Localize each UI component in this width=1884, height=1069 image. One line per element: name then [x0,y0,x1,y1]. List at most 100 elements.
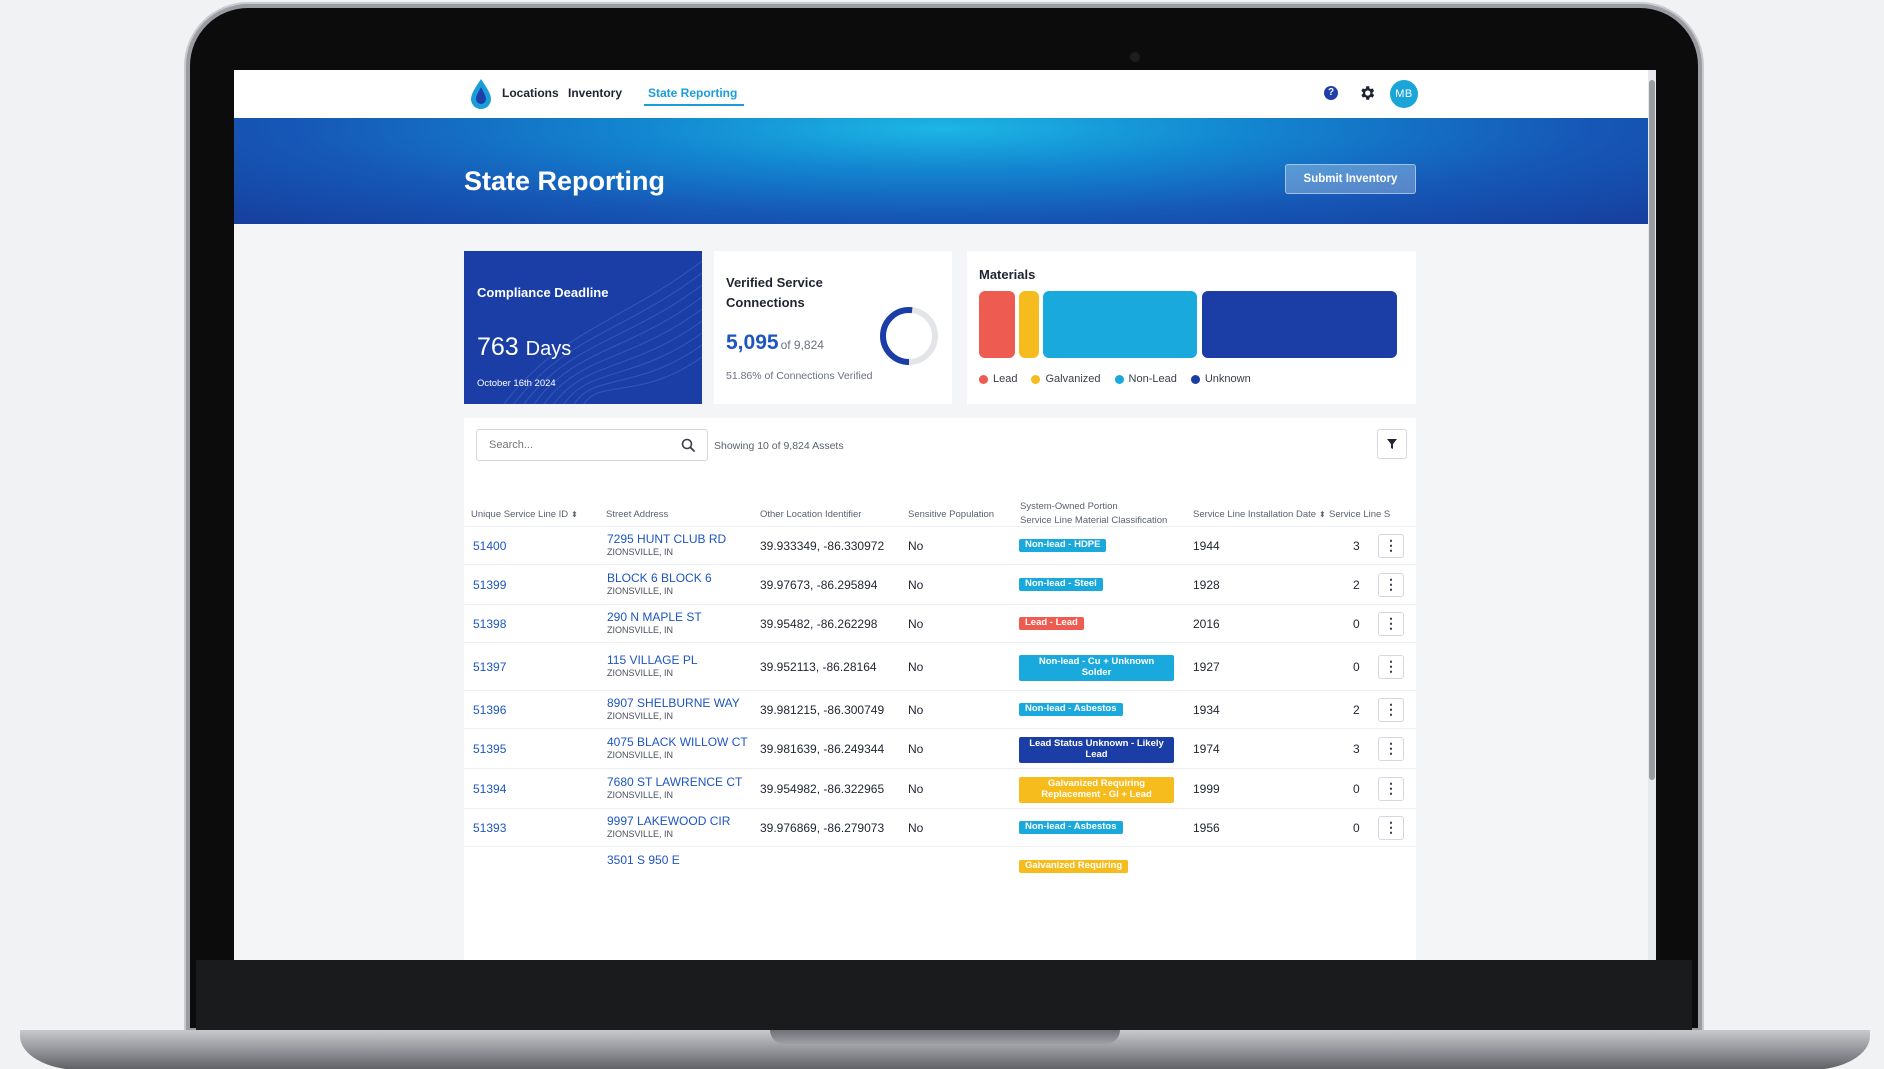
street-address-link[interactable]: 3501 S 950 E [607,853,680,867]
table-row[interactable]: 51394 7680 ST LAWRENCE CT ZIONSVILLE, IN 39… [464,768,1416,808]
sensitive-population-value: No [908,782,924,796]
laptop-chin [196,960,1692,1036]
location-coordinates: 39.933349, -86.330972 [760,539,885,553]
city-state: ZIONSVILLE, IN [607,711,674,721]
street-address-link[interactable]: 9997 LAKEWOOD CIR [607,814,730,828]
row-actions-menu-icon[interactable]: ⋮ [1378,816,1404,840]
city-state: ZIONSVILLE, IN [607,547,674,557]
verified-count: 5,095 of 9,824 [726,331,824,355]
city-state: ZIONSVILLE, IN [607,668,674,678]
materials-bar-galvanized [1019,291,1039,358]
verified-total: of 9,824 [780,338,824,352]
legend-label-lead: Lead [993,373,1018,385]
installation-year: 2016 [1193,617,1220,631]
row-actions-menu-icon[interactable]: ⋮ [1378,777,1404,801]
search-icon[interactable] [680,437,696,453]
row-actions-menu-icon[interactable]: ⋮ [1378,698,1404,722]
header-service-line: Service Line S [1329,509,1391,520]
street-address-link[interactable]: BLOCK 6 BLOCK 6 [607,571,712,585]
installation-year: 1927 [1193,660,1220,674]
table-row[interactable]: 51395 4075 BLACK WILLOW CT ZIONSVILLE, IN 3… [464,728,1416,768]
nav-locations[interactable]: Locations [502,86,559,100]
legend-label-galvanized: Galvanized [1045,373,1101,385]
legend-label-non-lead: Non-Lead [1128,373,1177,385]
scrollbar-thumb[interactable] [1649,80,1655,780]
service-line-id-link[interactable]: 51399 [473,578,506,592]
compliance-deadline-card: Compliance Deadline 763 Days October 16t… [464,251,702,404]
user-avatar[interactable]: MB [1390,80,1418,108]
service-line-id-link[interactable]: 51394 [473,782,506,796]
table-row[interactable]: 51393 9997 LAKEWOOD CIR ZIONSVILLE, IN 39.9… [464,808,1416,846]
results-count: Showing 10 of 9,824 Assets [714,440,844,452]
header-classification-line1: System-Owned Portion [1020,501,1118,512]
street-address-link[interactable]: 8907 SHELBURNE WAY [607,696,740,710]
header-service-line-id[interactable]: Unique Service Line ID ⬍ [471,508,578,522]
street-address-link[interactable]: 7295 HUNT CLUB RD [607,532,726,546]
materials-bar-unknown [1202,291,1397,358]
street-address-link[interactable]: 115 VILLAGE PL [607,653,698,667]
nav-state-reporting[interactable]: State Reporting [648,86,737,100]
camera [1130,52,1140,62]
help-icon[interactable]: ? [1324,86,1338,100]
app-screen: Locations Inventory State Reporting ? MB… [234,70,1656,960]
service-line-id-link[interactable]: 51395 [473,742,506,756]
water-drop-logo-icon[interactable] [468,78,494,110]
header-classification: System-Owned Portion Service Line Materi… [1020,500,1167,528]
table-row[interactable]: 3501 S 950 E Galvanized Requiring [464,846,1416,886]
table-row[interactable]: 51396 8907 SHELBURNE WAY ZIONSVILLE, IN 39.… [464,690,1416,728]
row-actions-menu-icon[interactable]: ⋮ [1378,655,1404,679]
row-actions-menu-icon[interactable]: ⋮ [1378,534,1404,558]
city-state: ZIONSVILLE, IN [607,586,674,596]
filter-icon [1387,439,1397,449]
material-classification-badge: Galvanized Requiring [1019,860,1129,873]
service-line-id-link[interactable]: 51396 [473,703,506,717]
header-installation-date[interactable]: Service Line Installation Date ⬍ [1193,508,1326,522]
search-input[interactable] [476,429,708,461]
street-address-link[interactable]: 290 N MAPLE ST [607,610,702,624]
material-classification-badge: Non-lead - HDPE [1019,539,1107,552]
material-classification-badge: Galvanized Requiring Replacement - GI + … [1019,777,1174,803]
service-line-count: 0 [1353,660,1360,674]
service-line-id-link[interactable]: 51393 [473,821,506,835]
service-line-count: 0 [1353,617,1360,631]
materials-bar-non-lead [1043,291,1197,358]
header-street-address: Street Address [606,509,669,520]
scrollbar[interactable] [1648,70,1656,960]
sort-icon[interactable]: ⬍ [571,510,578,519]
service-line-id-link[interactable]: 51397 [473,660,506,674]
table-row[interactable]: 51400 7295 HUNT CLUB RD ZIONSVILLE, IN 39.9… [464,526,1416,564]
row-actions-menu-icon[interactable]: ⋮ [1378,573,1404,597]
submit-inventory-button[interactable]: Submit Inventory [1285,164,1416,194]
deadline-date: October 16th 2024 [477,378,556,389]
legend-label-unknown: Unknown [1204,373,1251,385]
row-actions-menu-icon[interactable]: ⋮ [1378,612,1404,636]
service-line-count: 2 [1353,703,1360,717]
street-address-link[interactable]: 4075 BLACK WILLOW CT [607,735,748,749]
material-classification-badge: Non-lead - Steel [1019,578,1103,591]
sensitive-population-value: No [908,660,924,674]
legend-dot-non-lead [1114,374,1124,384]
nav-inventory[interactable]: Inventory [568,86,622,100]
material-classification-badge: Lead - Lead [1019,617,1084,630]
table-row[interactable]: 51397 115 VILLAGE PL ZIONSVILLE, IN 39.9521… [464,642,1416,690]
legend-dot-galvanized [1031,374,1041,384]
row-actions-menu-icon[interactable]: ⋮ [1378,737,1404,761]
materials-card: Materials Lead Galvanized Non-Lead Unkno… [967,251,1416,404]
service-line-id-link[interactable]: 51400 [473,539,506,553]
legend-item-lead: Lead [979,373,1017,385]
table-row[interactable]: 51398 290 N MAPLE ST ZIONSVILLE, IN 39.9548… [464,604,1416,642]
service-line-count: 0 [1353,782,1360,796]
materials-title: Materials [979,267,1036,282]
service-line-id-link[interactable]: 51398 [473,617,506,631]
material-classification-badge: Non-lead - Asbestos [1019,703,1123,716]
table-row[interactable]: 51399 BLOCK 6 BLOCK 6 ZIONSVILLE, IN 39.976… [464,564,1416,604]
gear-icon[interactable] [1358,84,1376,102]
city-state: ZIONSVILLE, IN [607,750,674,760]
filter-button[interactable] [1377,429,1407,459]
verified-connections-card: Verified Service Connections 5,095 of 9,8… [714,251,952,404]
legend-dot-unknown [1190,374,1200,384]
sort-icon[interactable]: ⬍ [1319,510,1326,519]
location-coordinates: 39.981639, -86.249344 [760,742,885,756]
legend-dot-lead [979,374,988,384]
street-address-link[interactable]: 7680 ST LAWRENCE CT [607,775,742,789]
